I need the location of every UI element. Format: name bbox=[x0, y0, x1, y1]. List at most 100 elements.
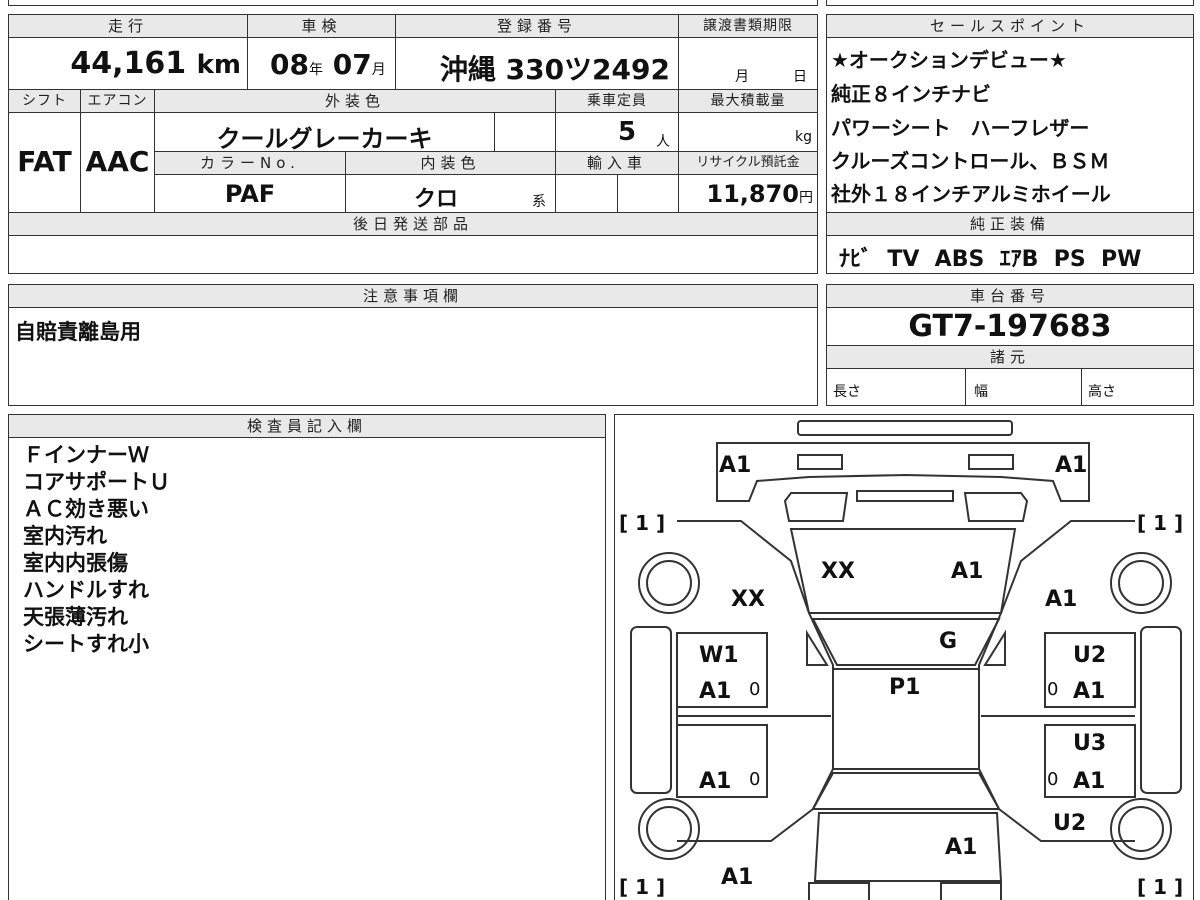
spec-height-cell: 高さ bbox=[1081, 368, 1194, 406]
inspection-cell: 08年 07月 bbox=[247, 37, 396, 90]
header-registration: 登録番号 bbox=[395, 14, 679, 38]
inspector-box: ＦインナーＷ コアサポートＵ ＡＣ効き悪い 室内汚れ 室内内張傷 ハンドルすれ … bbox=[8, 437, 606, 900]
sales-point-line: パワーシート ハーフレザー bbox=[831, 116, 1090, 140]
genuine-equipment-cell: ﾅﾋﾞ TV ABS ｴｱB PS PW bbox=[826, 235, 1194, 274]
header-inspector: 検査員記入欄 bbox=[8, 414, 606, 438]
header-exterior-color: 外装色 bbox=[154, 89, 556, 113]
shift-cell: FAT bbox=[8, 112, 81, 213]
mark-rear-left: A1 bbox=[721, 865, 754, 890]
top-cutoff-row bbox=[8, 0, 818, 6]
genuine-equipment-value: ﾅﾋﾞ TV ABS ｴｱB PS PW bbox=[839, 247, 1142, 272]
interior-color-value: クロ bbox=[413, 187, 458, 212]
inspector-note: ＡＣ効き悪い bbox=[23, 497, 149, 521]
registration-region: 沖縄 bbox=[439, 53, 496, 86]
capacity-cell: 5 人 bbox=[555, 112, 679, 152]
capacity-unit: 人 bbox=[656, 134, 670, 150]
header-transfer-deadline: 譲渡書類期限 bbox=[678, 14, 818, 38]
exterior-color-cell: クールグレーカーキ bbox=[154, 112, 495, 153]
header-capacity: 乗車定員 bbox=[555, 89, 679, 113]
exterior-color-value: クールグレーカーキ bbox=[216, 125, 433, 153]
mark-rear-door-right-1: U3 bbox=[1073, 731, 1107, 756]
interior-color-cell: クロ 系 bbox=[345, 174, 556, 213]
tire-mark-rear-left: [ 1 ] bbox=[619, 875, 666, 899]
header-genuine-equipment: 純正装備 bbox=[826, 212, 1194, 236]
recycle-unit: 円 bbox=[799, 190, 813, 206]
recycle-value: 11,870 bbox=[706, 180, 799, 208]
header-import: 輸入車 bbox=[555, 151, 679, 175]
inspector-note: 天張薄汚れ bbox=[23, 605, 128, 629]
mileage-cell: 44,161 km bbox=[8, 37, 248, 90]
spec-width-label: 幅 bbox=[974, 384, 988, 400]
mark-front-door-left-1: W1 bbox=[699, 643, 739, 668]
mark-rear-door-right-2: A1 bbox=[1073, 769, 1106, 794]
mark-front-left: A1 bbox=[719, 453, 752, 478]
deadline-month-unit: 月 bbox=[735, 69, 749, 85]
aircon-value: AAC bbox=[85, 145, 150, 178]
mark-rear-door-left: A1 bbox=[699, 769, 732, 794]
sales-point-line: 社外１８インチアルミホイール bbox=[831, 182, 1111, 206]
chassis-no-cell: GT7-197683 bbox=[826, 307, 1194, 346]
tire-mark-front-right: [ 1 ] bbox=[1137, 511, 1184, 535]
sales-point-box: ★オークションデビュー★ 純正８インチナビ パワーシート ハーフレザー クルーズ… bbox=[826, 37, 1194, 213]
header-recycle: リサイクル預託金 bbox=[678, 151, 818, 175]
mark-hood-left: XX bbox=[821, 559, 855, 584]
max-load-unit: kg bbox=[795, 129, 812, 145]
color-no-value: PAF bbox=[224, 180, 276, 208]
deadline-day-unit: 日 bbox=[793, 69, 807, 85]
import-cell-a bbox=[555, 174, 618, 213]
sales-point-line: クルーズコントロール、ＢＳＭ bbox=[831, 149, 1110, 173]
recycle-cell: 11,870円 bbox=[678, 174, 818, 213]
mark-front-door-right-1: U2 bbox=[1073, 643, 1107, 668]
sales-point-line: 純正８インチナビ bbox=[831, 82, 991, 106]
tire-mark-rear-right: [ 1 ] bbox=[1137, 875, 1184, 899]
aircon-cell: AAC bbox=[80, 112, 155, 213]
later-parts-cell bbox=[8, 235, 818, 274]
inspector-note: コアサポートＵ bbox=[23, 470, 170, 494]
mark-windshield: G bbox=[939, 629, 958, 654]
header-chassis-no: 車台番号 bbox=[826, 284, 1194, 308]
right-cutoff-row bbox=[826, 0, 1194, 6]
max-load-cell: kg bbox=[678, 112, 818, 152]
import-cell-b bbox=[617, 174, 679, 213]
inspection-month-unit: 月 bbox=[371, 62, 386, 78]
chassis-no-value: GT7-197683 bbox=[908, 309, 1112, 344]
mileage-value: 44,161 bbox=[70, 46, 187, 81]
inspector-note: ＦインナーＷ bbox=[23, 443, 149, 467]
inspection-year-unit: 年 bbox=[308, 62, 323, 78]
shift-value: FAT bbox=[17, 145, 72, 178]
mark-front-right: A1 bbox=[1055, 453, 1088, 478]
header-interior-color: 内装色 bbox=[345, 151, 556, 175]
header-specs: 諸元 bbox=[826, 345, 1194, 369]
notes-value: 自賠責離島用 bbox=[15, 320, 141, 344]
inspector-note: 室内内張傷 bbox=[23, 551, 128, 575]
header-notes: 注意事項欄 bbox=[8, 284, 818, 308]
tire-mark-front-left: [ 1 ] bbox=[619, 511, 666, 535]
car-diagram-box: [ 1 ] [ 1 ] [ 1 ] [ 1 ] A1 A1 XX XX A1 A… bbox=[614, 414, 1194, 900]
mileage-unit: km bbox=[196, 50, 241, 80]
registration-cell: 沖縄 330ツ2492 bbox=[395, 37, 679, 90]
mark-fender-right: A1 bbox=[1045, 587, 1078, 612]
header-inspection: 車検 bbox=[247, 14, 396, 38]
registration-number: 330ツ2492 bbox=[505, 53, 670, 86]
inspection-month: 07 bbox=[332, 48, 372, 81]
header-sales-point: セールスポイント bbox=[826, 14, 1194, 38]
transfer-deadline-cell: 月 日 bbox=[678, 37, 818, 90]
color-no-cell: PAF bbox=[154, 174, 346, 213]
header-aircon: エアコン bbox=[80, 89, 155, 113]
sales-point-line: ★オークションデビュー★ bbox=[831, 48, 1067, 72]
header-color-no: カラーNo. bbox=[154, 151, 346, 175]
mark-zero-fdl: 0 bbox=[749, 679, 761, 700]
mark-trunk: A1 bbox=[945, 835, 978, 860]
inspector-note: シートすれ小 bbox=[23, 632, 149, 656]
spec-width-cell: 幅 bbox=[965, 368, 1082, 406]
spec-length-cell: 長さ bbox=[826, 368, 966, 406]
interior-color-suffix: 系 bbox=[532, 194, 546, 210]
spec-height-label: 高さ bbox=[1088, 384, 1116, 400]
spec-length-label: 長さ bbox=[833, 384, 861, 400]
mark-front-door-right-2: A1 bbox=[1073, 679, 1106, 704]
header-later-parts: 後日発送部品 bbox=[8, 212, 818, 236]
mark-quarter-right: U2 bbox=[1053, 811, 1087, 836]
header-shift: シフト bbox=[8, 89, 81, 113]
header-max-load: 最大積載量 bbox=[678, 89, 818, 113]
inspector-note: ハンドルすれ bbox=[23, 578, 149, 602]
